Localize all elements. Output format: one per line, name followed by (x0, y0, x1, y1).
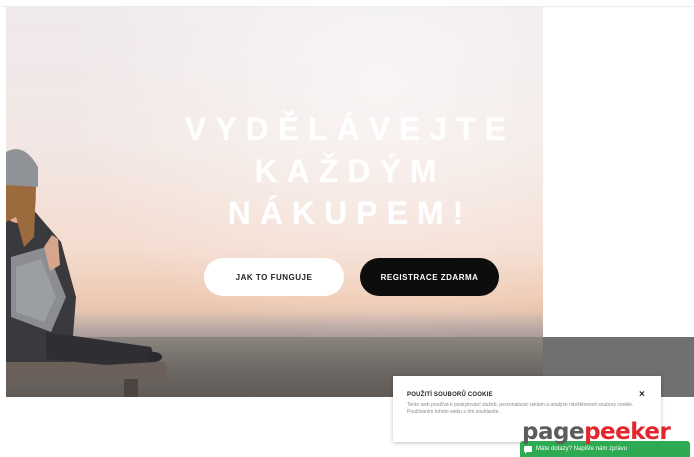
cookie-text: Tento web používá k poskytování služeb, … (407, 402, 634, 415)
watermark-part-1: page (522, 419, 585, 445)
register-button[interactable]: REGISTRACE ZDARMA (360, 258, 499, 296)
headline-line-1: VYDĚLÁVEJTE (184, 111, 516, 147)
hero-banner: VYDĚLÁVEJTE KAŽDÝM NÁKUPEM! (6, 7, 543, 397)
headline-line-3: NÁKUPEM! (227, 195, 473, 231)
hero-person-image (6, 149, 166, 397)
how-it-works-button[interactable]: JAK TO FUNGUJE (204, 258, 344, 296)
chat-icon (524, 446, 532, 454)
headline-line-2: KAŽDÝM (254, 153, 446, 189)
cookie-title: POUŽITÍ SOUBORŮ COOKIE (407, 392, 493, 398)
watermark-part-2: peeker (584, 419, 671, 445)
close-icon[interactable]: × (639, 389, 645, 400)
hero-headline: VYDĚLÁVEJTE KAŽDÝM NÁKUPEM! (150, 108, 543, 234)
watermark-logo: pagepeeker (522, 419, 671, 445)
chat-label: Máte dotazy? Napište nám zprávu (536, 446, 628, 452)
